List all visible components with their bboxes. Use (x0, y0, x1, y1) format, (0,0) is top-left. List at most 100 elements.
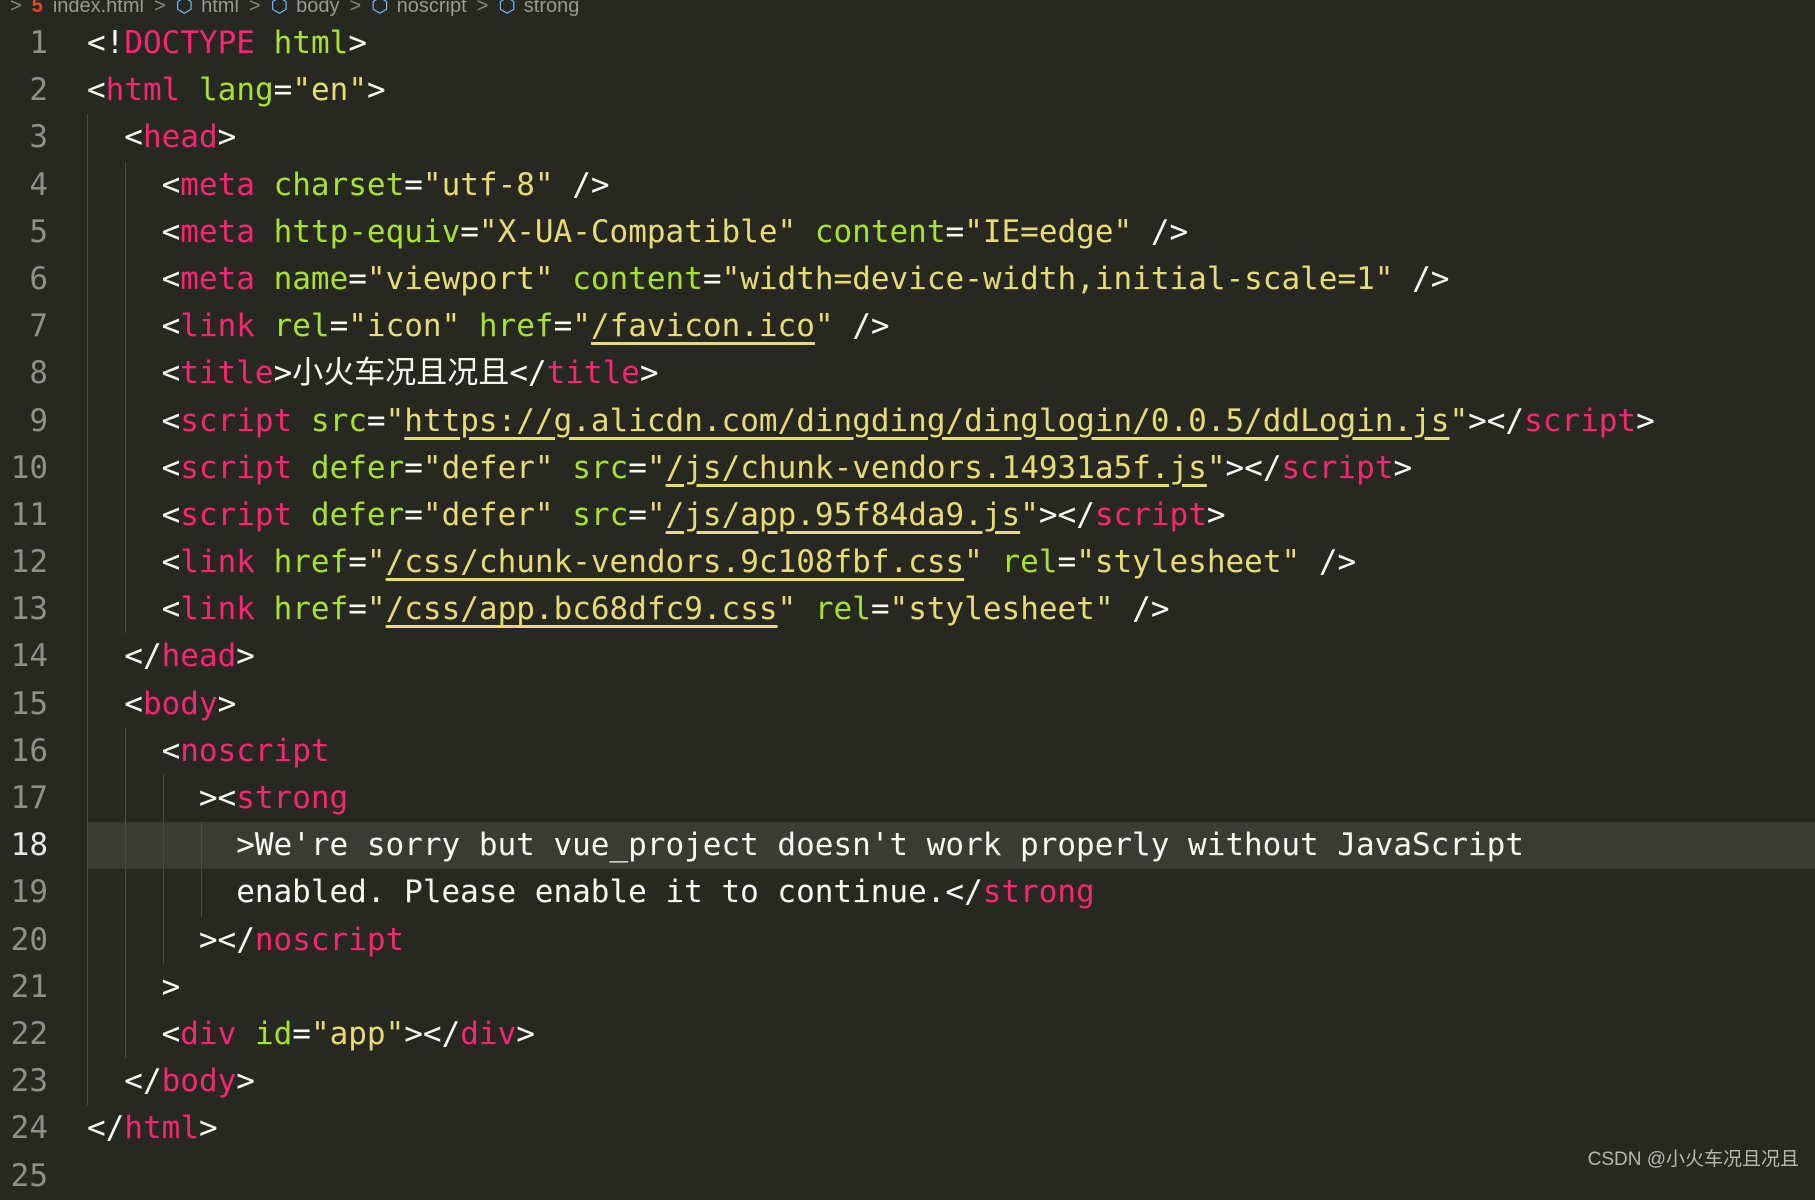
punctuation (292, 450, 311, 486)
code-line[interactable]: 15 <body> (0, 680, 1815, 728)
punctuation: < (161, 449, 181, 486)
code-line[interactable]: 17 ><strong (0, 775, 1815, 823)
code-line[interactable]: 25 (0, 1153, 1815, 1200)
tag-name: html (124, 1110, 199, 1147)
code-line[interactable]: 6 <meta name="viewport" content="width=de… (0, 255, 1815, 304)
indent-guide (163, 775, 164, 823)
code-line[interactable]: 21 > (0, 963, 1815, 1011)
attribute-name: defer (310, 496, 405, 533)
code-line[interactable]: 11 <script defer="defer" src="/js/app.95f… (0, 491, 1815, 540)
tag-name: script (1281, 449, 1394, 486)
breadcrumb-chevron-icon: > (153, 0, 166, 17)
indent-guide (125, 208, 126, 256)
tag-name: script (180, 496, 293, 533)
tag-name: head (142, 119, 218, 156)
attribute-link[interactable]: /favicon.ico (591, 308, 815, 344)
code-line[interactable]: 22 <div id="app"></div> (0, 1010, 1815, 1059)
code-line[interactable]: 1 <!DOCTYPE html> (0, 20, 1815, 67)
code-line[interactable]: 5 <meta http-equiv="X-UA-Compatible" cont… (0, 208, 1815, 256)
line-number: 16 (10, 732, 48, 769)
code-line[interactable]: 12 <link href="/css/chunk-vendors.9c108fb… (0, 539, 1815, 587)
tag-name: html (105, 72, 181, 109)
line-content: enabled. Please enable it to continue.</… (236, 869, 1095, 916)
attribute-value: "icon" (348, 308, 461, 345)
punctuation: ></ (1225, 449, 1282, 486)
attribute-value: " (1206, 449, 1226, 486)
punctuation: /> (1113, 591, 1170, 628)
indent-guide (125, 255, 126, 304)
breadcrumb-item-body[interactable]: body (296, 0, 339, 16)
tag-name: noscript (180, 732, 330, 769)
punctuation: < (161, 402, 181, 439)
indent-guide (125, 775, 126, 823)
punctuation: /> (1393, 260, 1450, 297)
indent-guide (87, 586, 88, 634)
code-line[interactable]: 24 </html> (0, 1105, 1815, 1152)
attribute-value: " (777, 591, 797, 628)
attribute-value: " (572, 308, 591, 345)
breadcrumb-item-file[interactable]: index.html (53, 0, 144, 16)
tag-name: link (180, 544, 255, 581)
indent-guide (125, 444, 126, 492)
code-line[interactable]: 20 ></noscript (0, 916, 1815, 964)
code-line[interactable]: 19 enabled. Please enable it to continue.… (0, 869, 1815, 917)
attribute-name: rel (814, 591, 871, 628)
attribute-value: " (1449, 402, 1469, 439)
line-number: 15 (10, 685, 48, 722)
code-line[interactable]: 8 <title>小火车况且况且</title> (0, 350, 1815, 398)
punctuation: > (1636, 402, 1655, 439)
code-line[interactable]: 7 <link rel="icon" href="/favicon.ico" /> (0, 303, 1815, 351)
attribute-link[interactable]: /js/chunk-vendors.14931a5f.js (666, 450, 1207, 486)
punctuation: = (1057, 544, 1077, 581)
code-line[interactable]: 18 >We're sorry but vue_project doesn't w… (0, 822, 1815, 870)
code-line[interactable]: 2 <html lang="en"> (0, 67, 1815, 114)
attribute-link[interactable]: /js/app.95f84da9.js (666, 497, 1021, 533)
code-line[interactable]: 3 <head> (0, 114, 1815, 162)
punctuation: </ (509, 355, 547, 392)
attribute-value: " (814, 308, 834, 345)
attribute-name: content (814, 213, 946, 250)
attribute-link[interactable]: https://g.alicdn.com/dingding/dinglogin/… (404, 403, 1449, 439)
breadcrumb-item-strong[interactable]: strong (524, 0, 580, 16)
tag-name: title (180, 355, 274, 392)
line-number: 9 (29, 402, 48, 439)
punctuation: < (124, 119, 143, 156)
attribute-link[interactable]: /css/chunk-vendors.9c108fbf.css (386, 544, 965, 580)
punctuation: /> (833, 308, 890, 345)
code-line[interactable]: 9 <script src="https://g.alicdn.com/dingd… (0, 397, 1815, 445)
attribute-value: " (1020, 496, 1039, 533)
attribute-value: "defer" (422, 496, 554, 533)
indent-guide (125, 727, 126, 775)
attribute-value: "stylesheet" (1076, 544, 1301, 581)
attribute-link[interactable]: /css/app.bc68dfc9.css (386, 591, 778, 627)
breadcrumb-item-html[interactable]: html (201, 0, 239, 16)
code-line[interactable]: 4 <meta charset="utf-8" /> (0, 161, 1815, 209)
attribute-name: html (273, 25, 349, 61)
indent-guide (87, 1058, 88, 1106)
punctuation: = (348, 260, 367, 297)
tag-name: DOCTYPE (124, 25, 255, 61)
punctuation: = (292, 1015, 311, 1052)
code-line[interactable]: 10 <script defer="defer" src="/js/chunk-v… (0, 444, 1815, 492)
indent-guide (87, 1010, 88, 1059)
code-editor[interactable]: 1 <!DOCTYPE html> 2 <html lang="en"> 3 <head>… (0, 20, 1815, 1200)
indent-guide (87, 633, 88, 681)
punctuation: >< (198, 780, 237, 816)
code-line[interactable]: 16 <noscript (0, 727, 1815, 775)
indent-guide (125, 1010, 126, 1059)
tag-name: div (460, 1015, 517, 1052)
text-content: enabled. Please enable it to continue.</ (236, 874, 983, 911)
attribute-name: http-equiv (273, 213, 461, 250)
indent-guide (87, 963, 88, 1011)
cube-symbol-icon: ⬡ (175, 0, 194, 17)
attribute-value: "width=device-width,initial-scale=1" (721, 260, 1394, 297)
code-line[interactable]: 13 <link href="/css/app.bc68dfc9.css" rel… (0, 586, 1815, 634)
code-line[interactable]: 14 </head> (0, 633, 1815, 681)
punctuation: < (161, 213, 181, 250)
line-content: <meta http-equiv="X-UA-Compatible" conte… (162, 209, 1189, 256)
code-line[interactable]: 23 </body> (0, 1058, 1815, 1106)
indent-guide (163, 869, 164, 917)
text-content: 小火车况且况且 (292, 355, 510, 392)
line-number: 14 (10, 638, 48, 675)
breadcrumb-item-noscript[interactable]: noscript (397, 0, 467, 16)
